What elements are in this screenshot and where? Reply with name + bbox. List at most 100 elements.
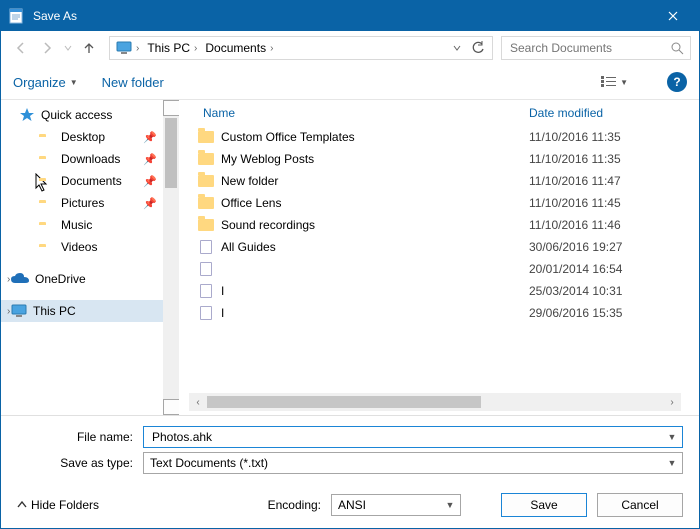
sidebar-item-label: Music — [61, 218, 92, 232]
star-icon — [19, 107, 35, 123]
search-input[interactable] — [508, 40, 671, 56]
save-as-dialog: Save As › This PC › Docu — [0, 0, 700, 529]
file-date: 11/10/2016 11:47 — [529, 174, 699, 188]
column-name[interactable]: Name — [195, 106, 529, 120]
crumb-label: This PC — [147, 41, 190, 55]
scroll-thumb[interactable] — [165, 118, 177, 188]
encoding-field[interactable]: ANSI ▼ — [331, 494, 461, 516]
address-dropdown[interactable] — [448, 36, 466, 60]
search-icon — [671, 42, 684, 55]
up-button[interactable] — [77, 36, 101, 60]
chevron-down-icon[interactable]: ▼ — [664, 432, 680, 442]
savetype-field[interactable]: Text Documents (*.txt) ▼ — [143, 452, 683, 474]
list-item[interactable]: Office Lens11/10/2016 11:45 — [189, 192, 699, 214]
file-name: Custom Office Templates — [215, 130, 529, 144]
organize-menu[interactable]: Organize ▼ — [13, 75, 78, 90]
folder-icon — [198, 219, 214, 231]
list-item[interactable]: Custom Office Templates11/10/2016 11:35 — [189, 126, 699, 148]
chevron-down-icon: ▼ — [620, 78, 628, 87]
list-item[interactable]: Sound recordings11/10/2016 11:46 — [189, 214, 699, 236]
file-date: 11/10/2016 11:46 — [529, 218, 699, 232]
file-date: 25/03/2014 10:31 — [529, 284, 699, 298]
address-bar[interactable]: › This PC › Documents › — [109, 36, 493, 60]
save-button[interactable]: Save — [501, 493, 587, 517]
body: Quick access Desktop 📌 Downloads 📌 Docum… — [1, 99, 699, 415]
file-icon — [200, 262, 212, 276]
file-date: 11/10/2016 11:45 — [529, 196, 699, 210]
file-list[interactable]: Custom Office Templates11/10/2016 11:35 … — [179, 126, 699, 391]
chevron-down-icon: ▼ — [70, 78, 78, 87]
sidebar-item-documents[interactable]: Documents 📌 — [1, 170, 179, 192]
view-icon — [601, 76, 617, 88]
window-title: Save As — [33, 9, 651, 23]
horizontal-scrollbar[interactable]: ‹ › — [189, 393, 681, 411]
list-item[interactable]: All Guides30/06/2016 19:27 — [189, 236, 699, 258]
pin-icon: 📌 — [143, 153, 157, 166]
chevron-down-icon — [64, 44, 72, 52]
file-icon — [200, 240, 212, 254]
file-date: 29/06/2016 15:35 — [529, 306, 699, 320]
refresh-button[interactable] — [466, 41, 490, 55]
pc-icon — [116, 41, 132, 55]
file-name: New folder — [215, 174, 529, 188]
file-date: 20/01/2014 16:54 — [529, 262, 699, 276]
sidebar-item-label: Documents — [61, 174, 122, 188]
arrow-up-icon — [82, 41, 96, 55]
forward-button[interactable] — [35, 36, 59, 60]
list-item[interactable]: 20/01/2014 16:54 — [189, 258, 699, 280]
list-item[interactable]: New folder11/10/2016 11:47 — [189, 170, 699, 192]
sidebar-item-desktop[interactable]: Desktop 📌 — [1, 126, 179, 148]
sidebar-scrollbar[interactable]: ▲ ▼ — [163, 100, 179, 415]
sidebar-item-label: This PC — [33, 304, 76, 318]
folder-icon — [198, 153, 214, 165]
recent-dropdown[interactable] — [61, 36, 75, 60]
file-date: 11/10/2016 11:35 — [529, 152, 699, 166]
list-item[interactable]: My Weblog Posts11/10/2016 11:35 — [189, 148, 699, 170]
folder-icon — [198, 175, 214, 187]
arrow-right-icon — [40, 41, 54, 55]
savetype-label: Save as type: — [17, 456, 137, 470]
sidebar-item-this-pc[interactable]: › This PC — [1, 300, 179, 322]
sidebar-item-quick-access[interactable]: Quick access — [1, 104, 179, 126]
chevron-right-icon: › — [270, 43, 273, 54]
hide-folders-label: Hide Folders — [31, 498, 99, 512]
close-icon — [668, 11, 678, 21]
hide-folders-button[interactable]: Hide Folders — [17, 498, 99, 512]
filename-field[interactable]: ▼ — [143, 426, 683, 448]
toolbar: Organize ▼ New folder ▼ ? — [1, 65, 699, 99]
new-folder-button[interactable]: New folder — [102, 75, 164, 90]
chevron-down-icon[interactable]: ▼ — [442, 500, 458, 510]
sidebar-item-label: Desktop — [61, 130, 105, 144]
sidebar-item-music[interactable]: Music — [1, 214, 179, 236]
sidebar-item-videos[interactable]: Videos — [1, 236, 179, 258]
column-date[interactable]: Date modified — [529, 106, 699, 120]
folder-icon — [198, 197, 214, 209]
view-options[interactable]: ▼ — [596, 73, 633, 91]
crumb-this-pc[interactable]: This PC › — [143, 37, 201, 59]
cloud-icon — [11, 273, 29, 285]
back-button[interactable] — [9, 36, 33, 60]
sidebar-item-onedrive[interactable]: › OneDrive — [1, 268, 179, 290]
encoding-label: Encoding: — [268, 498, 321, 512]
search-box[interactable] — [501, 36, 691, 60]
chevron-right-icon: › — [7, 274, 10, 285]
chevron-down-icon[interactable]: ▼ — [664, 458, 680, 468]
sidebar-item-pictures[interactable]: Pictures 📌 — [1, 192, 179, 214]
sidebar-item-downloads[interactable]: Downloads 📌 — [1, 148, 179, 170]
file-name: I — [215, 306, 529, 320]
filename-input[interactable] — [150, 429, 664, 445]
scroll-thumb[interactable] — [207, 396, 481, 408]
scroll-right-icon: › — [663, 397, 681, 408]
sidebar-item-label: Videos — [61, 240, 97, 254]
help-button[interactable]: ? — [667, 72, 687, 92]
pin-icon: 📌 — [143, 197, 157, 210]
crumb-documents[interactable]: Documents › — [201, 37, 277, 59]
cancel-button[interactable]: Cancel — [597, 493, 683, 517]
file-icon — [200, 284, 212, 298]
list-item[interactable]: I29/06/2016 15:35 — [189, 302, 699, 324]
list-item[interactable]: I25/03/2014 10:31 — [189, 280, 699, 302]
sidebar-item-label: Pictures — [61, 196, 104, 210]
pin-icon: 📌 — [143, 175, 157, 188]
close-button[interactable] — [651, 1, 695, 31]
crumb-root[interactable]: › — [112, 37, 143, 59]
